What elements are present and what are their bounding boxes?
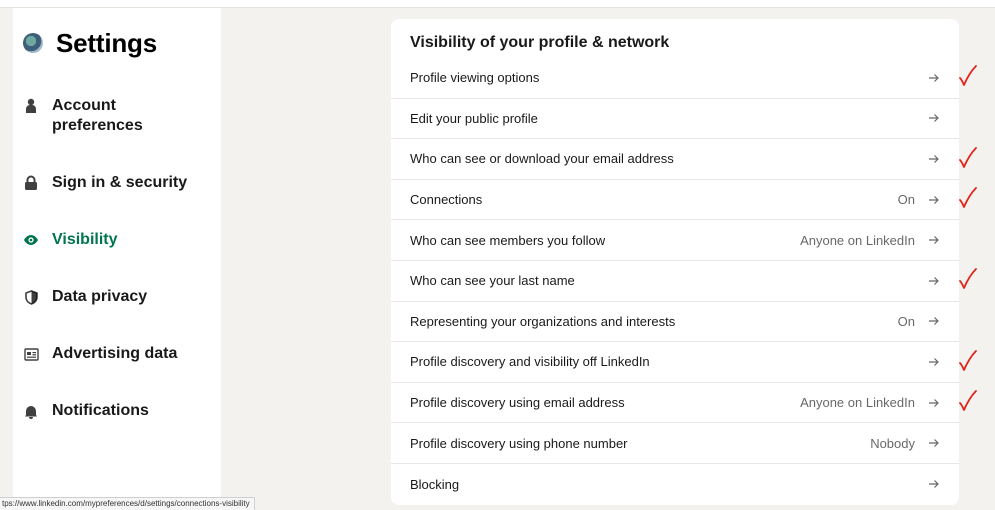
status-bar-url: tps://www.linkedin.com/mypreferences/d/s… <box>0 497 255 510</box>
setting-label: Profile discovery using email address <box>410 395 625 411</box>
setting-row-profile-viewing-options[interactable]: Profile viewing options <box>391 58 959 99</box>
setting-value: Anyone on LinkedIn <box>800 395 915 411</box>
setting-row-discovery-email[interactable]: Profile discovery using email address An… <box>391 383 959 424</box>
arrow-right-icon <box>928 397 940 409</box>
red-check-mark-icon <box>958 390 978 412</box>
setting-row-representing-organizations[interactable]: Representing your organizations and inte… <box>391 302 959 343</box>
sidebar-item-advertising-data[interactable]: Advertising data <box>23 344 192 364</box>
visibility-settings-card: Visibility of your profile & network Pro… <box>391 19 959 505</box>
setting-label: Edit your public profile <box>410 110 538 126</box>
settings-list: Profile viewing options Edit your public… <box>391 58 959 505</box>
arrow-right-icon <box>928 315 940 327</box>
arrow-right-icon <box>928 194 940 206</box>
sidebar-item-visibility[interactable]: Visibility <box>23 230 192 250</box>
setting-label: Representing your organizations and inte… <box>410 313 676 329</box>
setting-label: Profile discovery using phone number <box>410 435 628 451</box>
red-check-mark-icon <box>958 349 978 372</box>
setting-row-email-visibility[interactable]: Who can see or download your email addre… <box>391 139 959 180</box>
settings-header: Settings <box>23 28 157 58</box>
setting-label: Blocking <box>410 476 460 492</box>
arrow-right-icon <box>928 275 940 287</box>
setting-label: Who can see members you follow <box>410 232 606 248</box>
sidebar-item-sign-in-security[interactable]: Sign in & security <box>23 173 192 193</box>
setting-value: On <box>897 192 915 208</box>
setting-label: Who can see or download your email addre… <box>410 151 674 167</box>
sidebar-item-label: Notifications <box>52 402 149 419</box>
setting-row-members-you-follow[interactable]: Who can see members you follow Anyone on… <box>391 220 959 261</box>
arrow-right-icon <box>928 72 940 84</box>
red-check-mark-icon <box>958 65 978 87</box>
settings-sidebar: Settings Account preferences Sign in & s… <box>13 8 221 509</box>
page-title: Settings <box>56 27 157 58</box>
arrow-right-icon <box>928 153 940 165</box>
section-title: Visibility of your profile & network <box>410 34 670 51</box>
setting-label: Who can see your last name <box>410 273 575 289</box>
arrow-right-icon <box>928 234 940 246</box>
arrow-right-icon <box>928 112 940 124</box>
shield-icon <box>23 289 39 305</box>
setting-row-discovery-off-linkedin[interactable]: Profile discovery and visibility off Lin… <box>391 342 959 383</box>
red-check-mark-icon <box>958 146 978 169</box>
sidebar-item-label: Sign in & security <box>52 174 188 191</box>
setting-value: On <box>897 313 915 329</box>
arrow-right-icon <box>928 478 940 490</box>
setting-value: Anyone on LinkedIn <box>800 232 915 248</box>
arrow-right-icon <box>928 437 940 449</box>
newspaper-icon <box>23 346 39 362</box>
red-check-mark-icon <box>958 187 978 209</box>
eye-icon <box>23 232 39 248</box>
sidebar-item-label: Account preferences <box>52 97 143 134</box>
sidebar-item-label: Data privacy <box>52 288 148 305</box>
arrow-right-icon <box>928 356 940 368</box>
sidebar-item-account-preferences[interactable]: Account preferences <box>23 96 192 136</box>
lock-icon <box>23 175 39 191</box>
person-icon <box>23 98 39 114</box>
red-check-mark-icon <box>958 268 978 290</box>
setting-row-connections[interactable]: Connections On <box>391 180 959 221</box>
avatar[interactable] <box>23 33 43 53</box>
sidebar-item-label: Advertising data <box>52 345 178 362</box>
sidebar-item-label: Visibility <box>52 231 118 248</box>
setting-row-last-name[interactable]: Who can see your last name <box>391 261 959 302</box>
bell-icon <box>23 403 39 419</box>
setting-row-blocking[interactable]: Blocking <box>391 464 959 505</box>
setting-label: Connections <box>410 192 483 208</box>
setting-row-edit-public-profile[interactable]: Edit your public profile <box>391 99 959 140</box>
setting-label: Profile discovery and visibility off Lin… <box>410 354 650 370</box>
setting-row-discovery-phone[interactable]: Profile discovery using phone number Nob… <box>391 423 959 464</box>
sidebar-item-data-privacy[interactable]: Data privacy <box>23 287 192 307</box>
sidebar-item-notifications[interactable]: Notifications <box>23 401 192 421</box>
browser-top-strip <box>0 0 995 8</box>
setting-value: Nobody <box>870 435 915 451</box>
setting-label: Profile viewing options <box>410 70 540 86</box>
